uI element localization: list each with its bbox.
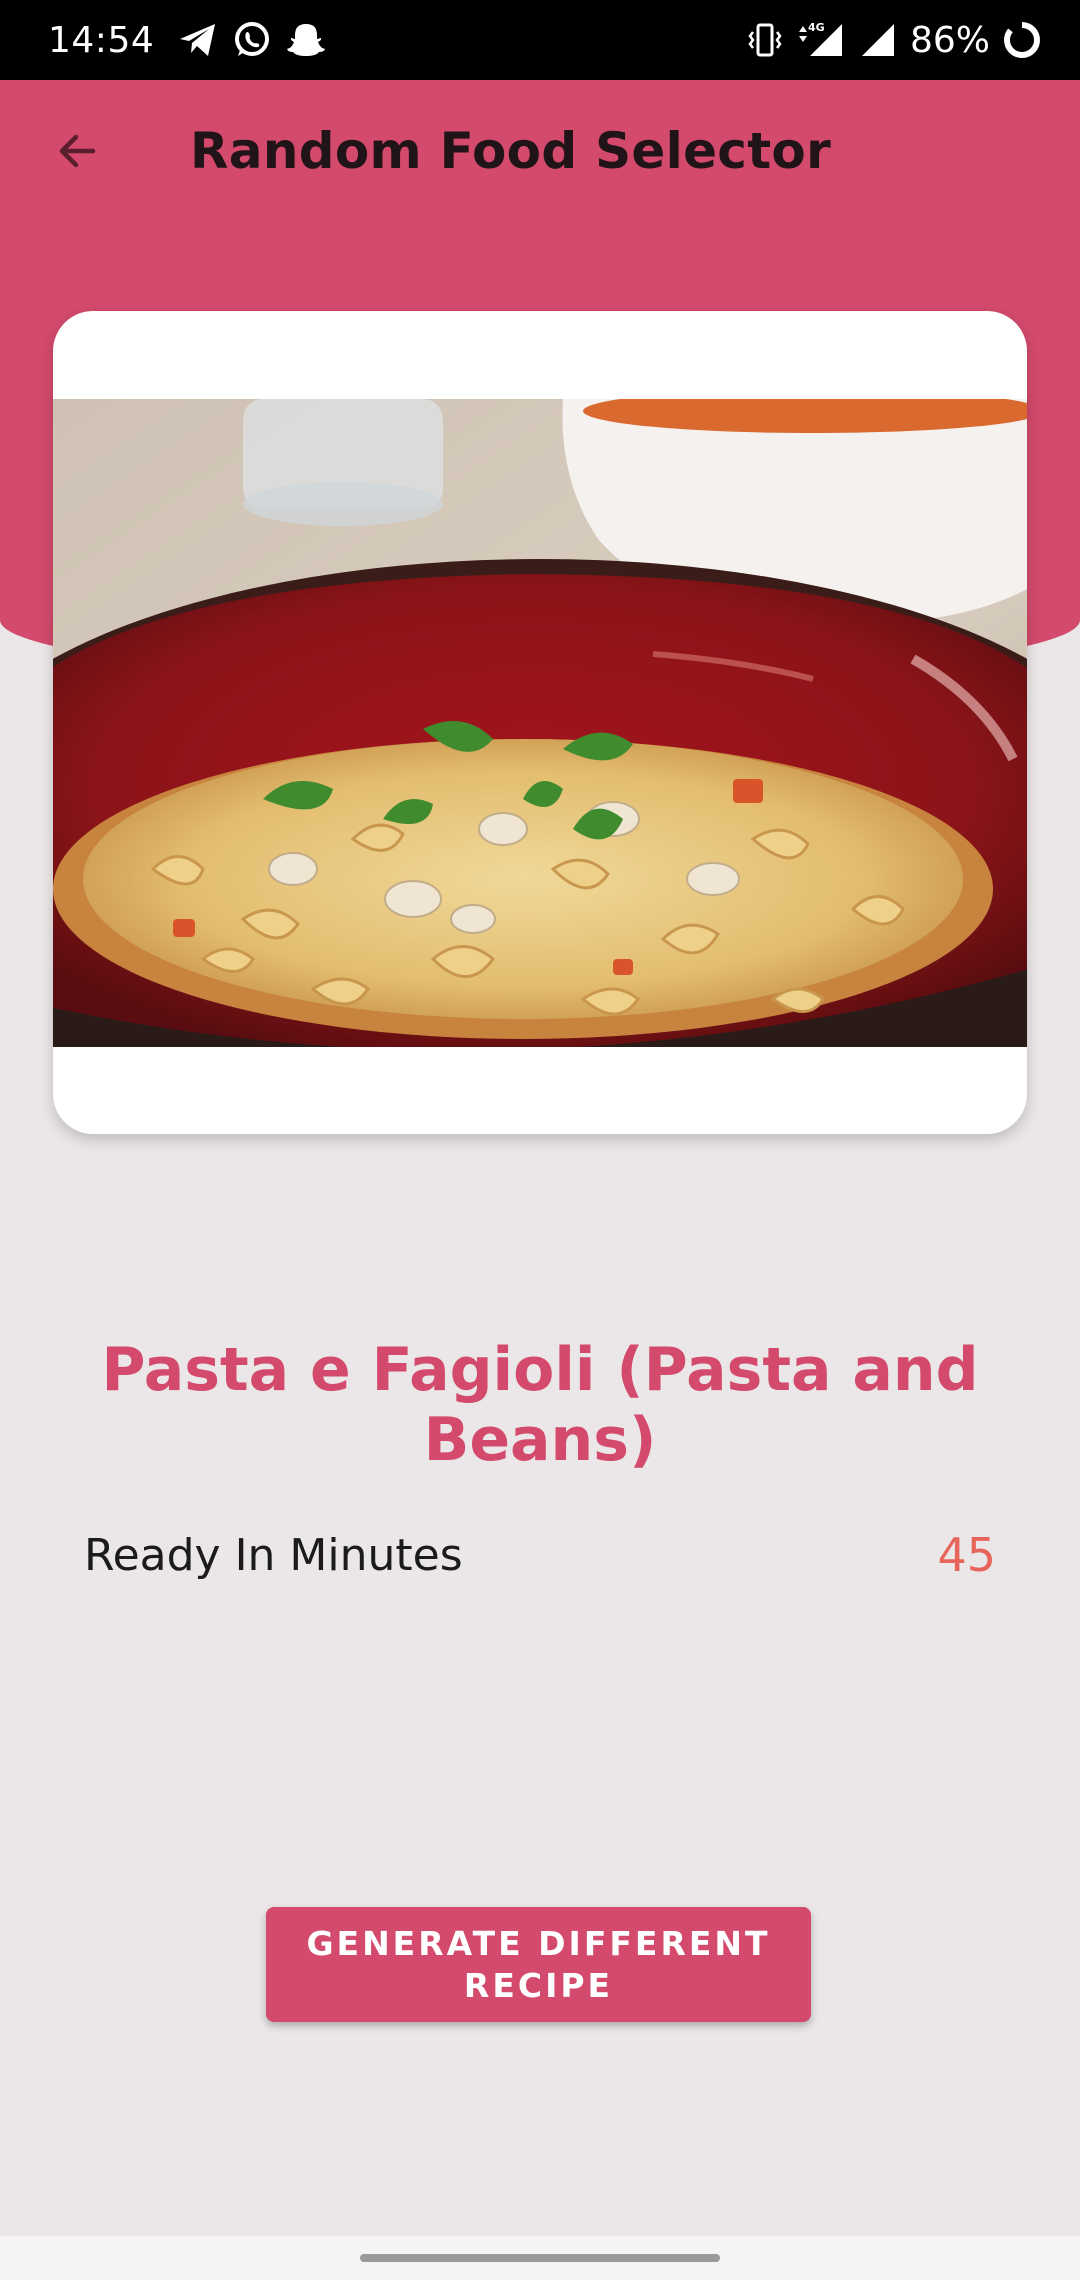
app-title: Random Food Selector [190, 122, 832, 180]
snapchat-icon [286, 21, 326, 59]
app-bar: Random Food Selector [0, 80, 1080, 230]
status-right: 4G 86% [748, 20, 1042, 61]
arrow-left-icon [59, 134, 96, 168]
svg-text:4G: 4G [808, 21, 825, 34]
ready-in-minutes-value: 45 [937, 1528, 996, 1582]
status-time: 14:54 [48, 19, 155, 61]
ready-in-minutes-row: Ready In Minutes 45 [84, 1528, 996, 1582]
recipe-title: Pasta e Fagioli (Pasta and Beans) [101, 1335, 979, 1475]
recipe-card [53, 311, 1027, 1134]
navigation-bar [0, 2236, 1080, 2280]
home-indicator[interactable] [360, 2254, 720, 2262]
telegram-icon [178, 22, 218, 58]
ready-in-minutes-label: Ready In Minutes [84, 1529, 463, 1581]
back-button[interactable] [44, 118, 110, 184]
recipe-image [53, 399, 1027, 1047]
status-bar: 14:54 4G 86% [0, 0, 1080, 80]
whatsapp-icon [232, 20, 272, 60]
data-4g-icon: 4G [796, 20, 846, 60]
battery-icon [1002, 20, 1042, 60]
battery-percent: 86% [909, 19, 990, 61]
generate-different-recipe-button[interactable]: GENERATE DIFFERENT RECIPE [266, 1907, 811, 2022]
vibrate-icon [748, 22, 782, 58]
signal-icon [860, 22, 896, 58]
status-left: 14:54 [48, 20, 340, 61]
